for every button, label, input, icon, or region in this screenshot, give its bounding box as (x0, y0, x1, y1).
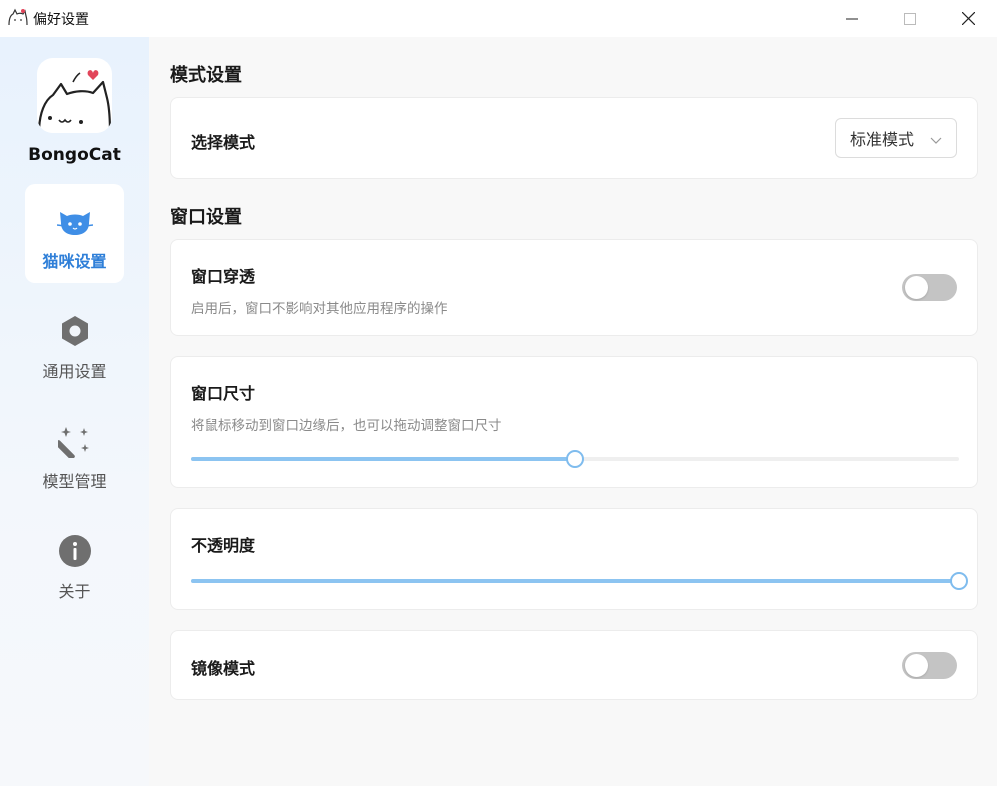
window-size-label: 窗口尺寸 (191, 384, 256, 403)
toggle-knob (905, 276, 928, 299)
mirror-mode-label: 镜像模式 (191, 659, 256, 678)
mirror-mode-card: 镜像模式 (170, 630, 978, 700)
opacity-label: 不透明度 (191, 536, 256, 555)
slider-fill (191, 579, 959, 583)
mode-select-value: 标准模式 (850, 130, 915, 149)
window-size-slider[interactable] (191, 449, 959, 469)
settings-hexagon-icon (57, 313, 93, 349)
sidebar-item-label: 猫咪设置 (42, 252, 107, 271)
minimize-button[interactable] (823, 0, 881, 37)
sidebar-item-model-management[interactable]: 模型管理 (25, 404, 124, 503)
info-icon (57, 533, 93, 569)
passthrough-card: 窗口穿透 启用后，窗口不影响对其他应用程序的操作 (170, 239, 978, 336)
slider-thumb[interactable] (950, 572, 968, 590)
sidebar-item-label: 关于 (58, 582, 91, 601)
mode-select-card: 选择模式 标准模式 (170, 97, 978, 179)
maximize-button[interactable] (881, 0, 939, 37)
passthrough-label: 窗口穿透 (191, 267, 256, 286)
brand-name: BongoCat (28, 145, 121, 165)
main-content: 模式设置 选择模式 标准模式 窗口设置 窗口穿透 启用后，窗口不影响对其他应用程… (149, 37, 997, 786)
slider-thumb[interactable] (566, 450, 584, 468)
sidebar-item-cat-settings[interactable]: 猫咪设置 (25, 184, 124, 283)
mode-select[interactable]: 标准模式 (835, 118, 957, 158)
opacity-slider[interactable] (191, 571, 968, 591)
slider-fill (191, 457, 575, 461)
sidebar-item-label: 模型管理 (42, 472, 107, 491)
passthrough-description: 启用后，窗口不影响对其他应用程序的操作 (191, 301, 448, 317)
mirror-mode-toggle[interactable] (902, 652, 957, 679)
title-bar: 偏好设置 (0, 0, 997, 37)
sidebar-item-about[interactable]: 关于 (25, 514, 124, 613)
app-logo (37, 58, 112, 133)
window-section-title: 窗口设置 (170, 207, 242, 228)
toggle-knob (905, 654, 928, 677)
app-cat-icon (8, 8, 28, 26)
opacity-card: 不透明度 (170, 508, 978, 610)
passthrough-toggle[interactable] (902, 274, 957, 301)
select-mode-label: 选择模式 (191, 133, 256, 152)
cat-icon (56, 203, 93, 239)
mode-section-title: 模式设置 (170, 65, 242, 86)
sidebar-item-label: 通用设置 (42, 362, 107, 381)
window-size-card: 窗口尺寸 将鼠标移动到窗口边缘后，也可以拖动调整窗口尺寸 (170, 356, 978, 488)
window-size-description: 将鼠标移动到窗口边缘后，也可以拖动调整窗口尺寸 (191, 418, 502, 434)
magic-wand-icon (57, 423, 93, 459)
window-title: 偏好设置 (33, 12, 89, 28)
close-button[interactable] (939, 0, 997, 37)
sidebar: BongoCat 猫咪设置 通用设置 模型管理 关于 (0, 37, 149, 786)
sidebar-item-general-settings[interactable]: 通用设置 (25, 294, 124, 393)
chevron-down-icon (930, 131, 942, 150)
